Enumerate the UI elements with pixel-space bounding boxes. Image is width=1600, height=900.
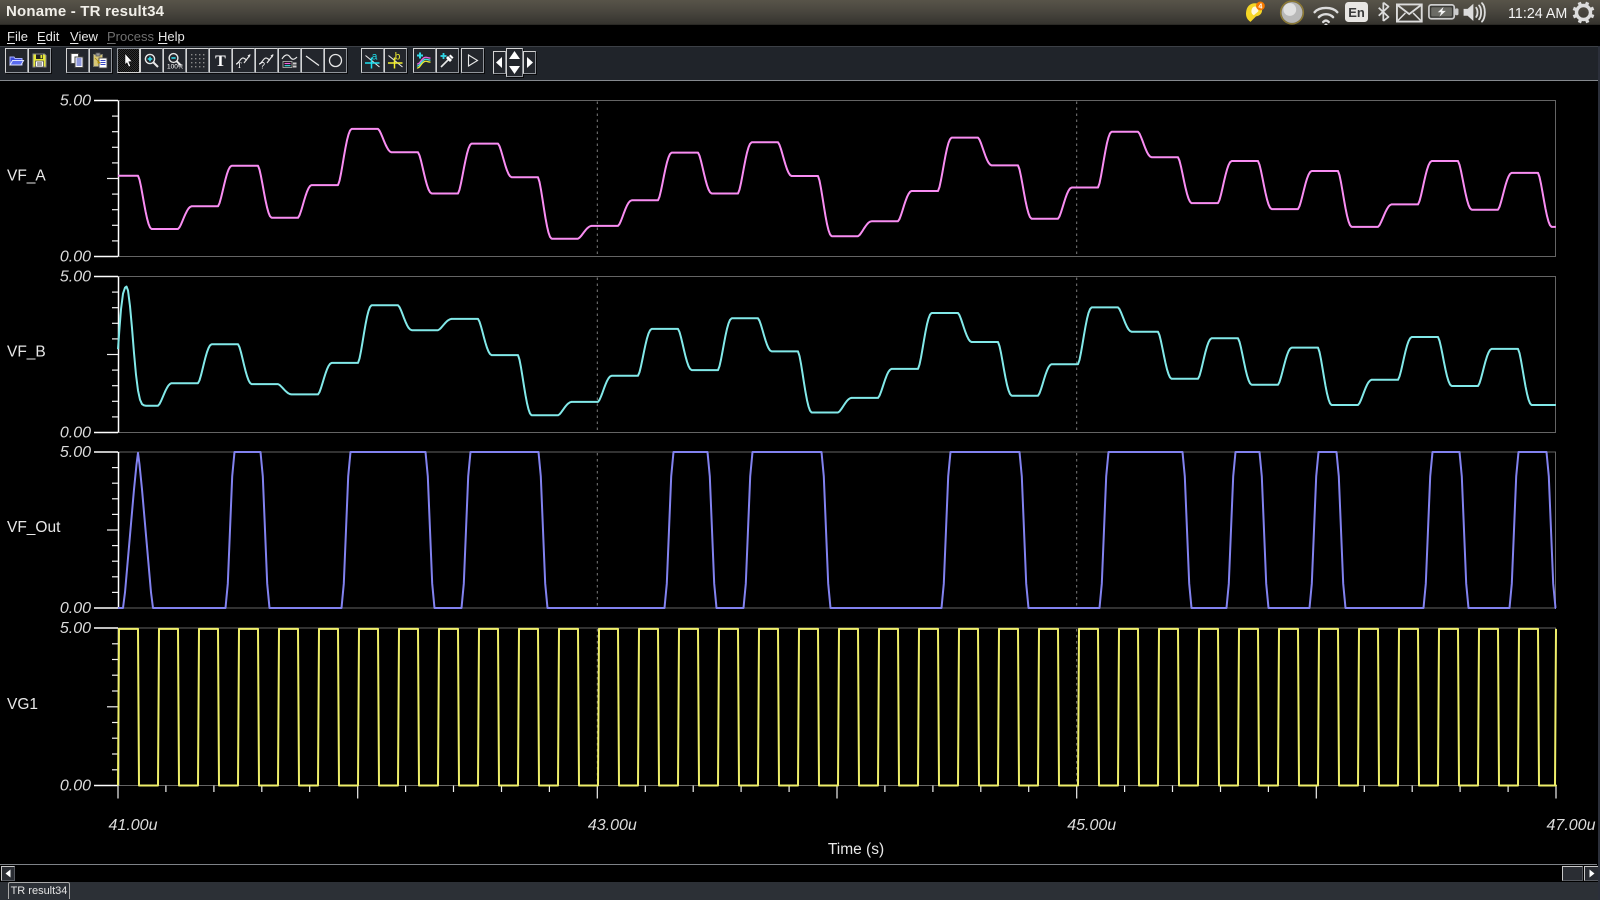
svg-text:41.00u: 41.00u — [109, 817, 158, 834]
svg-text:VG1: VG1 — [7, 696, 38, 713]
svg-text:45.00u: 45.00u — [1067, 817, 1116, 834]
svg-text:5.00: 5.00 — [60, 269, 91, 286]
svg-text:5.00: 5.00 — [60, 620, 91, 637]
svg-text:5.00: 5.00 — [60, 444, 91, 461]
svg-text:0.00: 0.00 — [60, 425, 91, 442]
svg-text:Time (s): Time (s) — [828, 841, 884, 858]
svg-text:5.00: 5.00 — [60, 93, 91, 110]
svg-text:a: a — [372, 52, 378, 63]
svg-text:100%: 100% — [167, 64, 183, 70]
svg-text:VF_A: VF_A — [7, 168, 46, 185]
svg-text:b: b — [395, 52, 401, 63]
svg-text:4: 4 — [1258, 3, 1262, 11]
svg-text:?: ? — [260, 61, 265, 70]
svg-text:0.00: 0.00 — [60, 600, 91, 617]
svg-text:47.00u: 47.00u — [1547, 817, 1596, 834]
svg-text:VF_B: VF_B — [7, 344, 46, 361]
svg-text:0.00: 0.00 — [60, 778, 91, 795]
svg-text:11:24 AM: 11:24 AM — [1508, 6, 1567, 22]
svg-text:VF_Out: VF_Out — [7, 519, 61, 536]
svg-text:En: En — [1348, 5, 1365, 20]
svg-text:T: T — [237, 61, 242, 69]
svg-text:43.00u: 43.00u — [588, 817, 637, 834]
svg-text:0.00: 0.00 — [60, 249, 91, 266]
svg-text:T: T — [215, 53, 226, 69]
